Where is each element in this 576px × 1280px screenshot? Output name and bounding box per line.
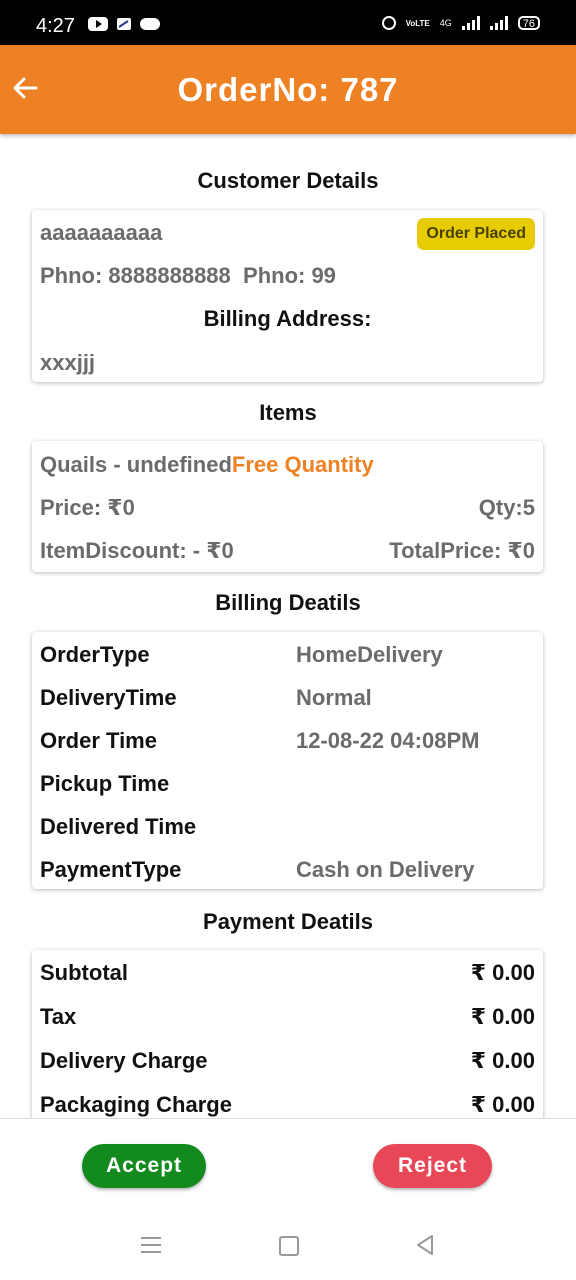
network-type: 4G xyxy=(439,18,452,28)
billing-details-heading: Billing Deatils xyxy=(215,590,361,615)
volte-icon: VoLTE xyxy=(405,18,430,28)
billing-value: Normal xyxy=(296,685,372,710)
home-icon[interactable] xyxy=(279,1236,299,1256)
system-nav-bar xyxy=(0,1218,576,1280)
payment-card: Subtotal ₹ 0.00 Tax ₹ 0.00 Delivery Char… xyxy=(32,950,543,1118)
recent-apps-icon[interactable] xyxy=(141,1237,161,1253)
payment-row: Subtotal ₹ 0.00 xyxy=(40,960,535,986)
payment-row: Packaging Charge ₹ 0.00 xyxy=(40,1092,535,1118)
billing-value: Cash on Delivery xyxy=(296,857,475,882)
billing-label: Delivered Time xyxy=(40,814,197,839)
accept-button[interactable]: Accept xyxy=(82,1144,206,1188)
status-bar: 4:27 VoLTE 4G 76 xyxy=(0,0,576,45)
billing-row: Order Time 12-08-22 04:08PM xyxy=(40,728,535,754)
customer-details-heading: Customer Details xyxy=(197,168,379,193)
phone-secondary: Phno: 99 xyxy=(243,263,336,288)
payment-row: Tax ₹ 0.00 xyxy=(40,1004,535,1030)
billing-label: PaymentType xyxy=(40,857,182,882)
billing-label: OrderType xyxy=(40,642,150,667)
payment-value: ₹ 0.00 xyxy=(470,1092,535,1117)
action-bar: Accept Reject xyxy=(0,1118,576,1219)
order-details-content[interactable]: Customer Details aaaaaaaaaa Order Placed… xyxy=(0,134,576,1118)
payment-label: Subtotal xyxy=(40,960,128,985)
alarm-icon xyxy=(381,16,396,30)
billing-label: Order Time xyxy=(40,728,157,753)
reject-button[interactable]: Reject xyxy=(373,1144,492,1188)
billing-row: PaymentType Cash on Delivery xyxy=(40,857,535,883)
billing-row: Delivered Time xyxy=(40,814,535,840)
item-name: Quails - undefined xyxy=(40,452,232,477)
item-qty: Qty:5 xyxy=(478,495,535,520)
payment-row: Delivery Charge ₹ 0.00 xyxy=(40,1048,535,1074)
item-total-price: TotalPrice: ₹0 xyxy=(389,538,535,563)
phone-primary: Phno: 8888888888 xyxy=(40,263,231,288)
notification-icons xyxy=(88,17,160,31)
payment-value: ₹ 0.00 xyxy=(470,1004,535,1029)
phone-numbers: Phno: 8888888888 Phno: 99 xyxy=(40,263,535,289)
billing-label: Pickup Time xyxy=(40,771,170,796)
payment-value: ₹ 0.00 xyxy=(470,1048,535,1073)
items-heading: Items xyxy=(259,400,317,425)
battery-icon: 76 xyxy=(517,16,540,30)
billing-row: OrderType HomeDelivery xyxy=(40,642,535,668)
payment-label: Packaging Charge xyxy=(40,1092,232,1117)
billing-value: HomeDelivery xyxy=(296,642,443,667)
item-discount-row: ItemDiscount: - ₹0 TotalPrice: ₹0 xyxy=(40,538,535,564)
cloud-icon xyxy=(140,18,160,30)
status-badge: Order Placed xyxy=(417,218,535,250)
payment-label: Delivery Charge xyxy=(40,1048,208,1073)
billing-row: DeliveryTime Normal xyxy=(40,685,535,711)
billing-address: xxxjjj xyxy=(40,350,96,375)
item-card: Quails - undefinedFree Quantity Price: ₹… xyxy=(32,441,543,572)
system-icons: VoLTE 4G 76 xyxy=(381,16,540,30)
billing-address-label: Billing Address: xyxy=(203,306,372,331)
billing-label: DeliveryTime xyxy=(40,685,177,710)
page-title: OrderNo: 787 xyxy=(177,71,399,108)
customer-card: aaaaaaaaaa Order Placed Phno: 8888888888… xyxy=(32,210,543,382)
item-price-row: Price: ₹0 Qty:5 xyxy=(40,495,535,521)
status-time: 4:27 xyxy=(36,15,75,37)
billing-row: Pickup Time xyxy=(40,771,535,797)
youtube-icon xyxy=(88,17,108,31)
free-quantity-tag: Free Quantity xyxy=(231,452,374,477)
billing-value: 12-08-22 04:08PM xyxy=(296,728,480,753)
app-notification-icon xyxy=(116,17,132,31)
item-price: Price: ₹0 xyxy=(40,495,135,520)
payment-value: ₹ 0.00 xyxy=(470,960,535,985)
billing-card: OrderType HomeDelivery DeliveryTime Norm… xyxy=(32,632,543,889)
item-discount: ItemDiscount: - ₹0 xyxy=(40,538,234,563)
signal-icon xyxy=(461,16,480,30)
app-bar: OrderNo: 787 xyxy=(0,45,576,134)
signal-icon-2 xyxy=(489,16,508,30)
payment-details-heading: Payment Deatils xyxy=(203,909,373,934)
item-name-row: Quails - undefinedFree Quantity xyxy=(40,452,535,478)
payment-label: Tax xyxy=(40,1004,77,1029)
nav-back-icon[interactable] xyxy=(414,1234,436,1261)
